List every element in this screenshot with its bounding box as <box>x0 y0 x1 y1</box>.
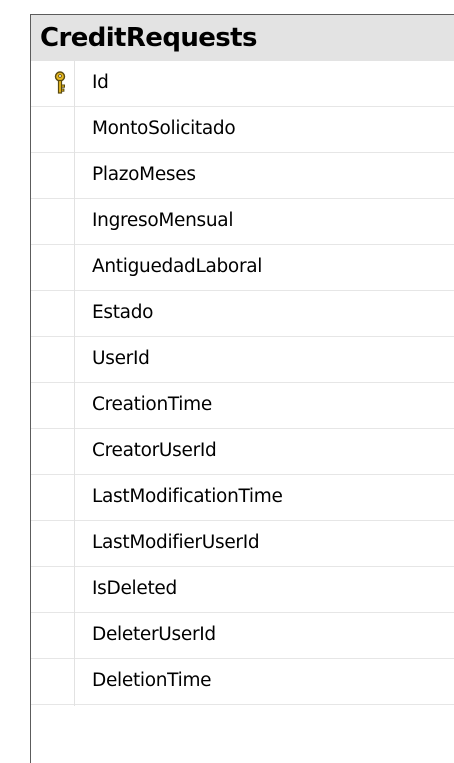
column-name: IngresoMensual <box>92 210 234 231</box>
column-row[interactable]: AntiguedadLaboral <box>31 245 454 291</box>
column-name: MontoSolicitado <box>92 118 236 139</box>
column-name: Estado <box>92 302 154 323</box>
column-name: UserId <box>92 348 150 369</box>
column-row[interactable]: Id <box>31 61 454 107</box>
row-divider <box>74 613 75 659</box>
column-row[interactable]: LastModificationTime <box>31 475 454 521</box>
column-row[interactable]: DeleterUserId <box>31 613 454 659</box>
row-divider <box>74 153 75 199</box>
column-name: IsDeleted <box>92 578 177 599</box>
column-row[interactable]: UserId <box>31 337 454 383</box>
column-row[interactable]: PlazoMeses <box>31 153 454 199</box>
column-row[interactable]: MontoSolicitado <box>31 107 454 153</box>
column-grid: Id MontoSolicitado PlazoMeses IngresoMen… <box>31 61 454 763</box>
row-divider <box>74 567 75 613</box>
column-name: DeletionTime <box>92 670 212 691</box>
column-row[interactable]: LastModifierUserId <box>31 521 454 567</box>
row-divider <box>74 521 75 567</box>
row-divider <box>74 61 75 107</box>
key-icon <box>53 71 67 95</box>
table-header[interactable]: CreditRequests <box>31 15 454 61</box>
row-divider <box>74 383 75 429</box>
row-divider <box>74 291 75 337</box>
column-row[interactable]: CreatorUserId <box>31 429 454 475</box>
column-name: DeleterUserId <box>92 624 216 645</box>
column-name: CreatorUserId <box>92 440 217 461</box>
column-name: LastModificationTime <box>92 486 283 507</box>
column-list: Id MontoSolicitado PlazoMeses IngresoMen… <box>31 61 454 705</box>
row-divider <box>74 475 75 521</box>
row-divider <box>74 199 75 245</box>
row-divider <box>74 337 75 383</box>
column-name: CreationTime <box>92 394 212 415</box>
column-name: AntiguedadLaboral <box>92 256 263 277</box>
column-row[interactable]: DeletionTime <box>31 659 454 705</box>
column-name: PlazoMeses <box>92 164 196 185</box>
row-divider <box>74 659 75 705</box>
column-name: Id <box>92 72 109 93</box>
table-diagram[interactable]: CreditRequests Id MontoSolicitado PlazoM… <box>0 0 454 763</box>
row-divider <box>74 429 75 475</box>
column-row[interactable]: CreationTime <box>31 383 454 429</box>
column-row[interactable]: Estado <box>31 291 454 337</box>
row-divider <box>74 107 75 153</box>
table-title: CreditRequests <box>40 23 257 53</box>
row-divider <box>74 245 75 291</box>
column-name: LastModifierUserId <box>92 532 260 553</box>
column-row[interactable]: IngresoMensual <box>31 199 454 245</box>
column-row[interactable]: IsDeleted <box>31 567 454 613</box>
